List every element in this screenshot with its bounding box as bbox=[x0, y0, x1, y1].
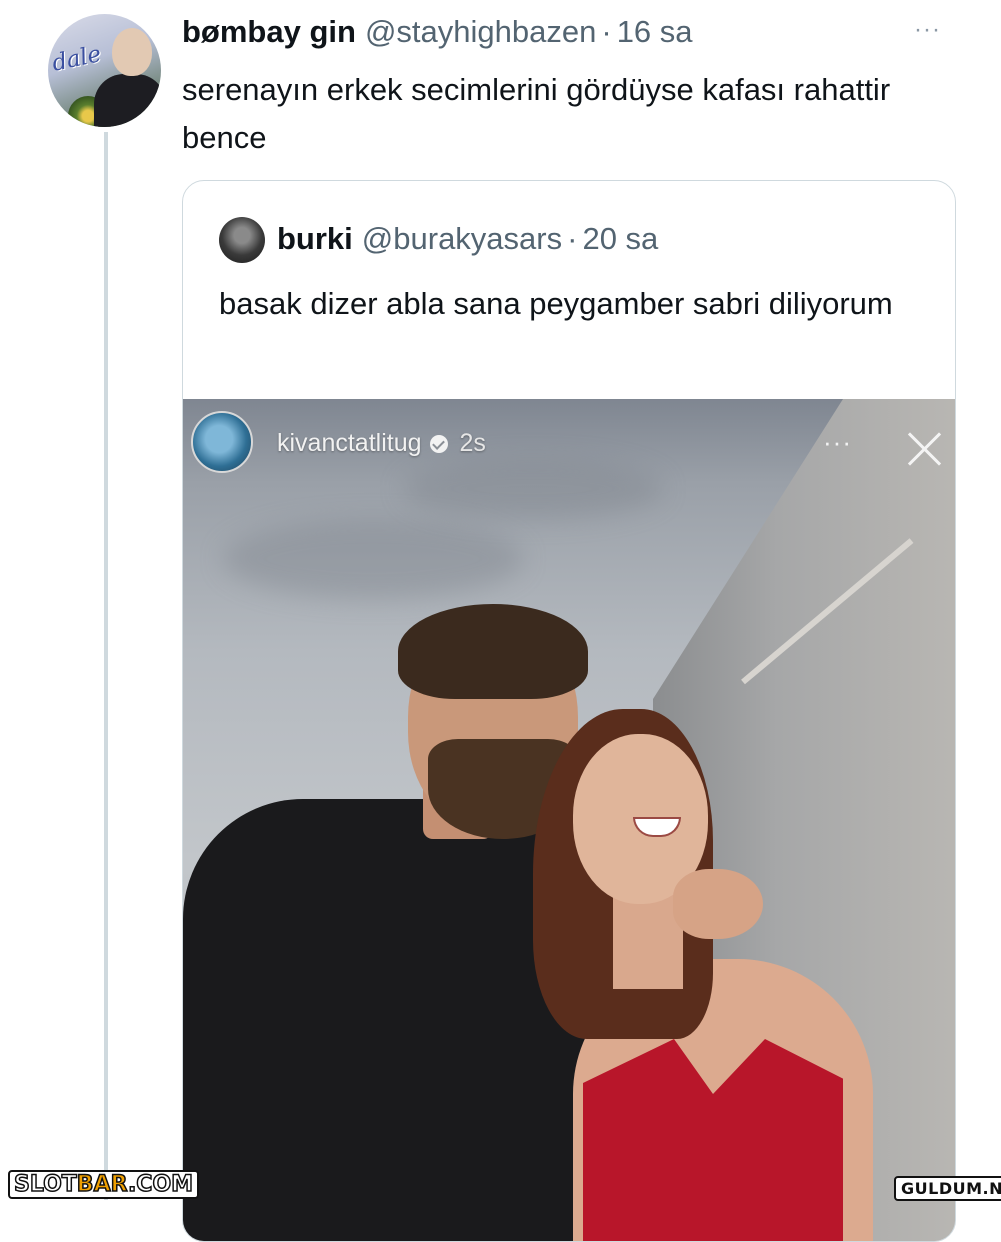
quoted-handle[interactable]: @burakyasars bbox=[362, 219, 562, 259]
watermark-slotbar-part1: SLOT bbox=[13, 1171, 77, 1198]
story-header: kivanctatlitug 2s bbox=[277, 429, 486, 458]
story-username[interactable]: kivanctatlitug bbox=[277, 429, 422, 458]
quoted-header-separator: · bbox=[567, 221, 578, 256]
quoted-tweet-card[interactable]: burki @burakyasars · 20 sa basak dizer a… bbox=[182, 180, 956, 1242]
watermark-guldum: GULDUM.NET bbox=[894, 1176, 1001, 1201]
story-age: 2s bbox=[459, 429, 486, 457]
quoted-author-avatar[interactable] bbox=[219, 217, 265, 263]
author-display-name[interactable]: bømbay gin bbox=[182, 12, 356, 52]
sky-cloud bbox=[223, 519, 523, 599]
man-hair bbox=[398, 604, 588, 699]
story-user-avatar[interactable] bbox=[191, 411, 253, 473]
sky-cloud bbox=[403, 459, 663, 519]
avatar-suit bbox=[94, 74, 161, 127]
tweet-text: serenayın erkek secimlerini gördüyse kaf… bbox=[182, 72, 891, 155]
author-avatar[interactable]: dale bbox=[48, 14, 161, 127]
quoted-tweet-photo[interactable]: kivanctatlitug 2s ··· bbox=[183, 399, 955, 1241]
header-separator: · bbox=[601, 14, 612, 49]
author-handle[interactable]: @stayhighbazen bbox=[365, 12, 596, 52]
story-close-icon[interactable] bbox=[903, 427, 947, 471]
avatar-text: dale bbox=[49, 41, 104, 77]
watermark-slotbar: SLOTBAR.COM bbox=[8, 1170, 200, 1199]
watermark-slotbar-part2: .COM bbox=[127, 1171, 194, 1198]
tweet-timestamp[interactable]: 16 sa bbox=[617, 12, 693, 52]
tweet-header: bømbay gin @stayhighbazen · 16 sa bbox=[182, 12, 693, 52]
quoted-tweet-text: basak dizer abla sana peygamber sabri di… bbox=[219, 286, 893, 321]
avatar-face bbox=[112, 28, 152, 76]
more-options-icon[interactable]: ··· bbox=[914, 18, 941, 42]
quoted-display-name[interactable]: burki bbox=[277, 219, 353, 259]
thread-connector-line bbox=[104, 132, 108, 1200]
quoted-timestamp[interactable]: 20 sa bbox=[582, 219, 658, 259]
story-more-icon[interactable]: ··· bbox=[823, 427, 852, 458]
man-hand bbox=[673, 869, 763, 939]
quoted-tweet-header: burki @burakyasars · 20 sa bbox=[277, 219, 658, 259]
verified-badge-icon bbox=[429, 434, 448, 453]
watermark-slotbar-accent: BAR bbox=[76, 1171, 129, 1198]
